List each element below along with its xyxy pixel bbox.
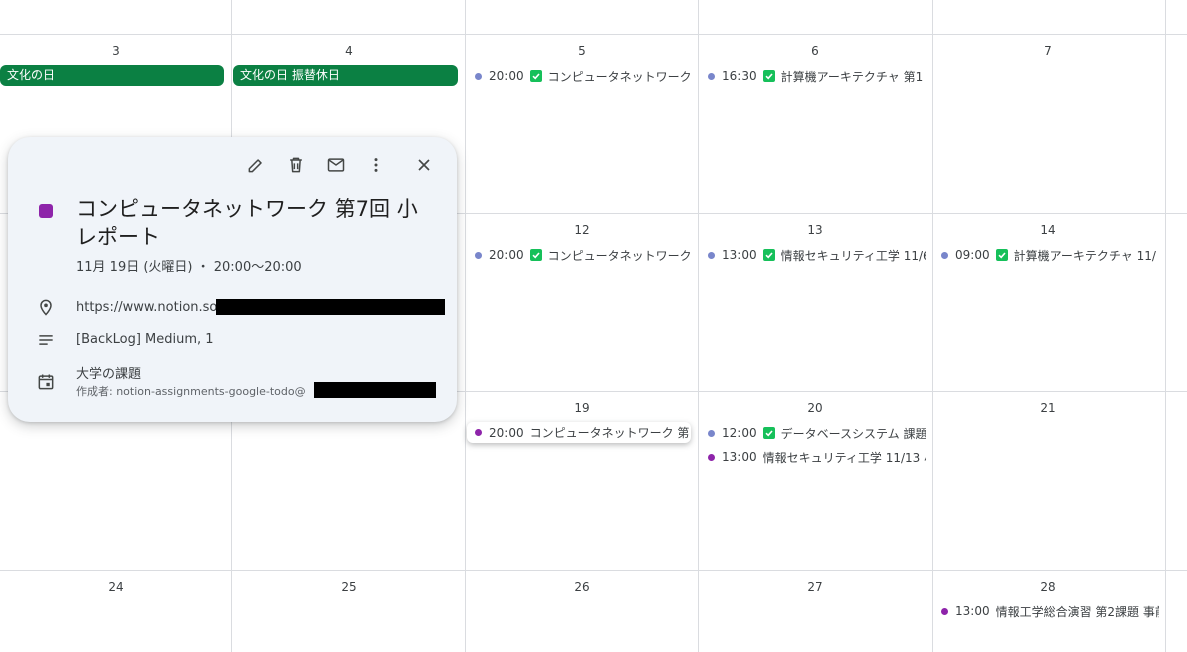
task-dot-icon (941, 251, 948, 259)
more-options-button[interactable] (364, 153, 388, 177)
event-title: コンピュータネットワーク 第 (529, 426, 690, 440)
event-creator: 作成者: notion-assignments-google-todo@ (76, 385, 306, 398)
calendar-task[interactable]: 12:00 データベースシステム 課題 (700, 423, 926, 443)
event-time: 12:00 (722, 426, 757, 440)
location-icon (36, 297, 56, 317)
event-dot-icon (475, 429, 482, 436)
description-icon (36, 330, 56, 350)
day-number[interactable]: 14 (1028, 222, 1068, 238)
day-number[interactable]: 13 (795, 222, 835, 238)
event-title: 計算機アーキテクチャ 11/ (1013, 248, 1156, 263)
day-number[interactable]: 5 (562, 43, 602, 59)
event-title: 情報セキュリティ工学 11/13 小 (762, 450, 926, 465)
event-time: 20:00 (489, 248, 524, 262)
holiday-event[interactable]: 文化の日 振替休日 (233, 65, 458, 86)
event-description: [BackLog] Medium, 1 (76, 332, 214, 347)
checkbox-icon (995, 249, 1008, 261)
event-time: 16:30 (722, 69, 757, 83)
checkbox-icon (529, 70, 542, 82)
calendar-task[interactable]: 20:00 コンピュータネットワーク (467, 66, 692, 86)
event-dot-icon (941, 607, 948, 615)
day-number[interactable]: 24 (96, 579, 136, 595)
calendar-task[interactable]: 16:30 計算機アーキテクチャ 第1 (700, 66, 926, 86)
event-title: 情報工学総合演習 第2課題 事前 (995, 604, 1159, 619)
day-number[interactable]: 6 (795, 43, 835, 59)
calendar-task[interactable]: 13:00 情報セキュリティ工学 11/6 (700, 245, 926, 265)
redacted-block (216, 299, 445, 315)
grid-row-divider (0, 34, 1187, 35)
day-number[interactable]: 26 (562, 579, 602, 595)
event-title: データベースシステム 課題 (780, 426, 926, 441)
event-location[interactable]: https://www.notion.so/ (76, 300, 222, 315)
event-title-heading: コンピュータネットワーク 第7回 小レポート (76, 197, 418, 249)
email-guests-button[interactable] (324, 153, 348, 177)
grid-column-divider (1165, 0, 1166, 652)
calendar-color-swatch (39, 204, 53, 218)
day-number[interactable]: 20 (795, 400, 835, 416)
event-time: 13:00 (955, 604, 990, 618)
event-title: コンピュータネットワーク (547, 69, 692, 84)
event-time: 20:00 (489, 69, 524, 83)
day-number[interactable]: 7 (1028, 43, 1068, 59)
day-number[interactable]: 3 (96, 43, 136, 59)
more-options-icon (374, 158, 378, 172)
redacted-block (314, 382, 436, 398)
grid-column-divider (932, 0, 933, 652)
holiday-event[interactable]: 文化の日 (0, 65, 224, 86)
calendar-task[interactable]: 09:00 計算機アーキテクチャ 11/ (933, 245, 1159, 265)
checkbox-icon (762, 427, 775, 439)
event-dot-icon (708, 453, 715, 461)
grid-row-divider (0, 570, 1187, 571)
task-dot-icon (708, 251, 715, 259)
task-dot-icon (475, 72, 482, 80)
day-number[interactable]: 25 (329, 579, 369, 595)
email-icon (327, 158, 345, 172)
calendar-event[interactable]: 13:00 情報セキュリティ工学 11/13 小 (700, 447, 926, 467)
event-time: 20:00 (489, 425, 524, 440)
event-time: 13:00 (722, 450, 757, 464)
task-dot-icon (708, 72, 715, 80)
day-number[interactable]: 4 (329, 43, 369, 59)
calendar-task[interactable]: 20:00 コンピュータネットワーク (467, 245, 692, 265)
calendar-icon (36, 372, 56, 392)
task-dot-icon (708, 429, 715, 437)
checkbox-icon (762, 70, 775, 82)
event-detail-popup: コンピュータネットワーク 第7回 小レポート 11月 19日 (火曜日) ・ 2… (8, 137, 457, 422)
grid-column-divider (465, 0, 466, 652)
day-number[interactable]: 21 (1028, 400, 1068, 416)
event-time: 13:00 (722, 248, 757, 262)
close-icon (418, 159, 430, 171)
calendar-event[interactable]: 13:00 情報工学総合演習 第2課題 事前 (933, 601, 1159, 621)
calendar-name: 大学の課題 (76, 367, 142, 382)
task-dot-icon (475, 251, 482, 259)
event-time: 09:00 (955, 248, 990, 262)
day-number[interactable]: 28 (1028, 579, 1068, 595)
event-title: コンピュータネットワーク (547, 248, 692, 263)
edit-button[interactable] (244, 153, 268, 177)
delete-button[interactable] (284, 153, 308, 177)
delete-icon (290, 157, 302, 173)
day-number[interactable]: 27 (795, 579, 835, 595)
close-button[interactable] (412, 153, 436, 177)
day-number[interactable]: 12 (562, 222, 602, 238)
grid-column-divider (698, 0, 699, 652)
day-number[interactable]: 19 (562, 400, 602, 416)
event-date-time: 11月 19日 (火曜日) ・ 20:00～20:00 (76, 260, 302, 275)
event-title: 計算機アーキテクチャ 第1 (780, 69, 924, 84)
checkbox-icon (529, 249, 542, 261)
edit-icon (248, 159, 262, 173)
calendar-event-selected[interactable]: 20:00 コンピュータネットワーク 第 (467, 422, 691, 443)
checkbox-icon (762, 249, 775, 261)
event-title: 情報セキュリティ工学 11/6 (780, 248, 926, 263)
